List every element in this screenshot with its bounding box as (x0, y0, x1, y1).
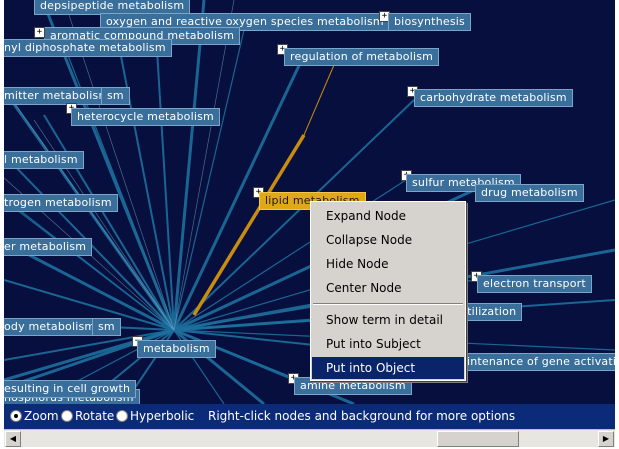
node-body-metabolism-overlap[interactable]: sm (92, 318, 121, 336)
scroll-right-icon[interactable]: ▶ (598, 431, 614, 447)
node-drug-metabolism[interactable]: drug metabolism (475, 184, 584, 202)
hyperbolic-radio[interactable] (116, 410, 128, 422)
menu-item-show-term-in-detail[interactable]: Show term in detail (312, 309, 464, 331)
node-heterocycle-metabolism[interactable]: heterocycle metabolism (71, 108, 220, 126)
node-cell-growth[interactable]: esulting in cell growth (4, 380, 137, 398)
node-diphosphate-metabolism[interactable]: nyl diphosphate metabolism (4, 39, 172, 57)
hint-text: Right-click nodes and background for mor… (208, 409, 516, 423)
node-metabolism-root[interactable]: metabolism (137, 340, 216, 358)
scroll-left-icon[interactable]: ◀ (5, 431, 21, 447)
menu-separator (313, 303, 463, 305)
context-menu: Expand Node Collapse Node Hide Node Cent… (310, 201, 466, 381)
highlighted-edge (192, 134, 306, 316)
rotate-radio[interactable] (61, 410, 73, 422)
menu-item-collapse-node[interactable]: Collapse Node (312, 229, 464, 251)
highlighted-edge (303, 64, 335, 136)
node-transmitter-metabolism-overlap[interactable]: sm (101, 87, 130, 105)
node-maintenance-of-gene-activation[interactable]: aintenance of gene activation (454, 353, 615, 371)
node-carbohydrate-metabolism[interactable]: carbohydrate metabolism (414, 89, 573, 107)
node-nitrogen-metabolism[interactable]: trogen metabolism (4, 194, 118, 212)
node-transmitter-metabolism[interactable]: mitter metabolism (4, 87, 116, 105)
node-electron-transport[interactable]: electron transport (477, 275, 592, 293)
radio-selected-dot (14, 414, 18, 418)
node-er-metabolism[interactable]: er metabolism (4, 238, 93, 256)
node-l-metabolism[interactable]: l metabolism (4, 151, 84, 169)
scroll-thumb[interactable] (437, 431, 519, 447)
node-regulation-of-metabolism[interactable]: regulation of metabolism (284, 48, 440, 66)
node-body-metabolism[interactable]: ody metabolism (4, 318, 102, 336)
menu-item-expand-node[interactable]: Expand Node (312, 205, 464, 227)
graph-edge (173, 29, 245, 331)
menu-item-hide-node[interactable]: Hide Node (312, 253, 464, 275)
hyperbolic-label[interactable]: Hyperbolic (130, 409, 194, 423)
zoom-radio[interactable] (10, 410, 22, 422)
graph-edge (172, 0, 206, 331)
node-biosynthesis[interactable]: biosynthesis (388, 13, 471, 31)
menu-item-put-into-object[interactable]: Put into Object (312, 357, 464, 379)
menu-item-center-node[interactable]: Center Node (312, 277, 464, 299)
menu-item-put-into-subject[interactable]: Put into Subject (312, 333, 464, 355)
mode-toolbar: Zoom Rotate Hyperbolic Right-click nodes… (4, 404, 615, 429)
graph-canvas[interactable]: depsipeptide metabolism oxygen and react… (4, 0, 615, 404)
zoom-label[interactable]: Zoom (24, 409, 59, 423)
rotate-label[interactable]: Rotate (75, 409, 114, 423)
horizontal-scrollbar[interactable]: ◀ ▶ (4, 429, 615, 447)
expand-icon[interactable]: + (34, 27, 45, 38)
